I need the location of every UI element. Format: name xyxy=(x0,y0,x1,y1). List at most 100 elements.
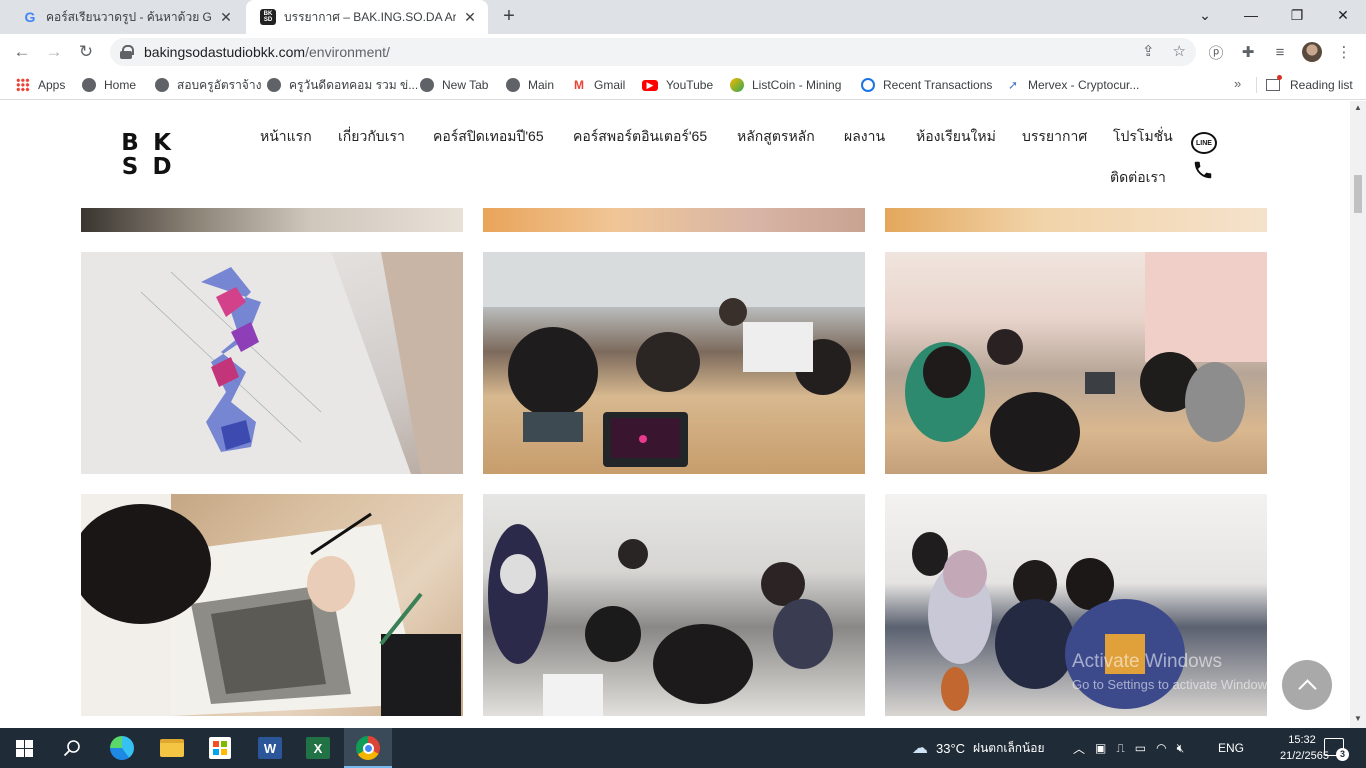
weather-widget[interactable]: ☁ 33°C ฝนตกเล็กน้อย xyxy=(912,728,1045,768)
extensions-puzzle-icon[interactable]: ✚ xyxy=(1238,42,1258,62)
url-host: bakingsodastudiobkk.com xyxy=(144,44,306,60)
excel-icon: X xyxy=(306,737,330,759)
bookmark-listcoin[interactable]: ListCoin - Mining xyxy=(730,76,841,94)
nav-summer-course-65[interactable]: คอร์สปิดเทอมปี'65 xyxy=(433,126,544,148)
reload-button[interactable]: ↻ xyxy=(74,40,98,64)
page-scrollbar[interactable]: ▲ ▼ xyxy=(1350,101,1366,728)
bookmark-gmail[interactable]: M Gmail xyxy=(572,76,625,94)
url-path: /environment/ xyxy=(305,44,390,60)
bookmark-main[interactable]: Main xyxy=(506,76,554,94)
share-icon[interactable]: ⇪ xyxy=(1142,42,1155,60)
bookmark-mervex[interactable]: ➚ Mervex - Cryptocur... xyxy=(1006,76,1139,94)
nav-portfolio-inter-65[interactable]: คอร์สพอร์ตอินเตอร์'65 xyxy=(573,126,707,148)
clock-time: 15:32 xyxy=(1288,734,1316,746)
taskbar-word[interactable]: W xyxy=(246,728,294,768)
site-header: B K S D หน้าแรก เกี่ยวกับเรา คอร์สปิดเทอ… xyxy=(0,101,1350,208)
phone-icon[interactable] xyxy=(1192,159,1214,181)
forward-button[interactable]: → xyxy=(42,40,66,64)
windows-taskbar: W X ☁ 33°C ฝนตกเล็กน้อย ︿ ▣ ⎍ ▭ ◠ 🔇︎ ENG… xyxy=(0,728,1366,768)
close-window-button[interactable]: ✕ xyxy=(1320,0,1366,30)
back-button[interactable]: ← xyxy=(10,40,34,64)
activate-windows-subtitle: Go to Settings to activate Windows. xyxy=(1072,677,1278,692)
bksd-logo[interactable]: B K S D xyxy=(114,130,178,180)
minimize-button[interactable]: — xyxy=(1228,0,1274,30)
close-tab-icon[interactable]: ✕ xyxy=(218,9,234,26)
folder-icon xyxy=(160,739,184,757)
bookmark-label: ครูวันดีดอทคอม รวม ข่... xyxy=(289,77,419,92)
clock-date: 21/2/2565 xyxy=(1280,750,1329,762)
battery-icon[interactable]: ▭ xyxy=(1135,741,1146,755)
bookmark-star-icon[interactable]: ☆ xyxy=(1173,42,1186,60)
profile-avatar[interactable] xyxy=(1302,42,1322,62)
lock-icon[interactable] xyxy=(120,45,134,59)
gallery-photo-classroom-2[interactable] xyxy=(885,252,1267,474)
nav-promotion[interactable]: โปรโมชั่น xyxy=(1113,126,1173,148)
reading-list-button[interactable]: Reading list xyxy=(1266,75,1353,94)
taskbar-edge[interactable] xyxy=(98,728,146,768)
word-icon: W xyxy=(258,737,282,759)
meet-now-icon[interactable]: ▣ xyxy=(1095,741,1106,755)
tab-google-search[interactable]: G คอร์สเรียนวาดรูป - ค้นหาด้วย Google ✕ xyxy=(8,0,244,34)
restore-button[interactable]: ❐ xyxy=(1274,0,1320,30)
tab-bakingsoda-environment[interactable]: BK SD บรรยากาศ – BAK.ING.SO.DA Artho ✕ xyxy=(246,0,488,34)
windows-logo-icon xyxy=(15,739,33,757)
taskbar-excel[interactable]: X xyxy=(294,728,342,768)
gallery-photo-isometric-drawing[interactable] xyxy=(81,252,463,474)
taskbar-file-explorer[interactable] xyxy=(148,728,196,768)
start-button[interactable] xyxy=(0,728,48,768)
gallery-photo-classroom-3[interactable] xyxy=(483,494,865,716)
activate-windows-title: Activate Windows xyxy=(1072,651,1222,672)
tab-strip: G คอร์สเรียนวาดรูป - ค้นหาด้วย Google ✕ … xyxy=(0,0,1366,34)
bookmarks-bar: Apps Home สอบครูอัตราจ้าง ครูวันดีดอทคอม… xyxy=(0,70,1366,100)
bksd-icon: BK SD xyxy=(260,9,276,25)
browser-toolbar: ← → ↻ bakingsodastudiobkk.com/environmen… xyxy=(0,34,1366,70)
chevron-up-icon[interactable]: ︿ xyxy=(1073,740,1085,757)
nav-new-classroom[interactable]: ห้องเรียนใหม่ xyxy=(916,126,996,148)
scrollbar-thumb[interactable] xyxy=(1354,175,1362,213)
nav-main-curriculum[interactable]: หลักสูตรหลัก xyxy=(737,126,815,148)
bookmark-apps[interactable]: Apps xyxy=(16,76,65,94)
bookmark-label: Mervex - Cryptocur... xyxy=(1028,78,1140,92)
gallery-photo-classroom-1[interactable] xyxy=(483,252,865,474)
nav-works[interactable]: ผลงาน xyxy=(844,126,885,148)
network-status-icon[interactable]: ⎍ xyxy=(1116,741,1124,756)
edge-icon xyxy=(110,736,134,760)
bookmarks-overflow-button[interactable]: » xyxy=(1234,76,1241,91)
bookmark-label: Main xyxy=(528,78,555,92)
taskbar-store[interactable] xyxy=(196,728,244,768)
nav-contact[interactable]: ติดต่อเรา xyxy=(1110,167,1166,189)
bookmark-new-tab[interactable]: New Tab xyxy=(420,76,488,94)
nav-home[interactable]: หน้าแรก xyxy=(260,126,312,148)
wifi-icon[interactable]: ◠ xyxy=(1156,741,1166,755)
bookmark-home[interactable]: Home xyxy=(82,76,136,94)
google-icon: G xyxy=(24,9,36,25)
nav-environment[interactable]: บรรยากาศ xyxy=(1022,126,1087,148)
pinterest-extension-icon[interactable]: ⓟ xyxy=(1206,42,1226,62)
bookmark-label: New Tab xyxy=(442,78,489,92)
input-language[interactable]: ENG xyxy=(1218,728,1244,768)
globe-icon xyxy=(506,78,520,92)
tab-search-icon[interactable]: ⌄ xyxy=(1182,0,1228,30)
bookmark-kruwandee[interactable]: ครูวันดีดอทคอม รวม ข่... xyxy=(267,76,418,94)
classroom-scene xyxy=(488,524,833,716)
scroll-up-arrow-icon[interactable]: ▲ xyxy=(1353,103,1363,112)
notification-center-button[interactable]: 3 xyxy=(1324,738,1349,761)
bookmark-recent-transactions[interactable]: Recent Transactions xyxy=(861,76,992,94)
scroll-down-arrow-icon[interactable]: ▼ xyxy=(1353,714,1363,723)
bookmark-label: Gmail xyxy=(594,78,626,92)
bookmark-teacher-exam[interactable]: สอบครูอัตราจ้าง xyxy=(155,76,261,94)
back-to-top-button[interactable] xyxy=(1282,660,1332,710)
volume-muted-icon[interactable]: 🔇︎ xyxy=(1177,741,1185,756)
media-control-icon[interactable]: ≡ xyxy=(1270,42,1290,62)
address-bar[interactable]: bakingsodastudiobkk.com/environment/ ⇪ ☆ xyxy=(110,38,1196,66)
line-icon[interactable]: LINE xyxy=(1191,132,1217,154)
taskbar-chrome[interactable] xyxy=(344,728,392,768)
close-tab-icon[interactable]: ✕ xyxy=(462,9,478,26)
clock[interactable]: 15:32 21/2/2565 xyxy=(1280,732,1329,764)
nav-about[interactable]: เกี่ยวกับเรา xyxy=(338,126,405,148)
gallery-photo-architecture-sketch[interactable] xyxy=(81,494,463,716)
menu-kebab-icon[interactable]: ⋮ xyxy=(1334,42,1354,62)
new-tab-button[interactable]: + xyxy=(498,6,520,28)
bookmark-youtube[interactable]: ▶ YouTube xyxy=(642,76,713,94)
search-button[interactable] xyxy=(48,728,96,768)
